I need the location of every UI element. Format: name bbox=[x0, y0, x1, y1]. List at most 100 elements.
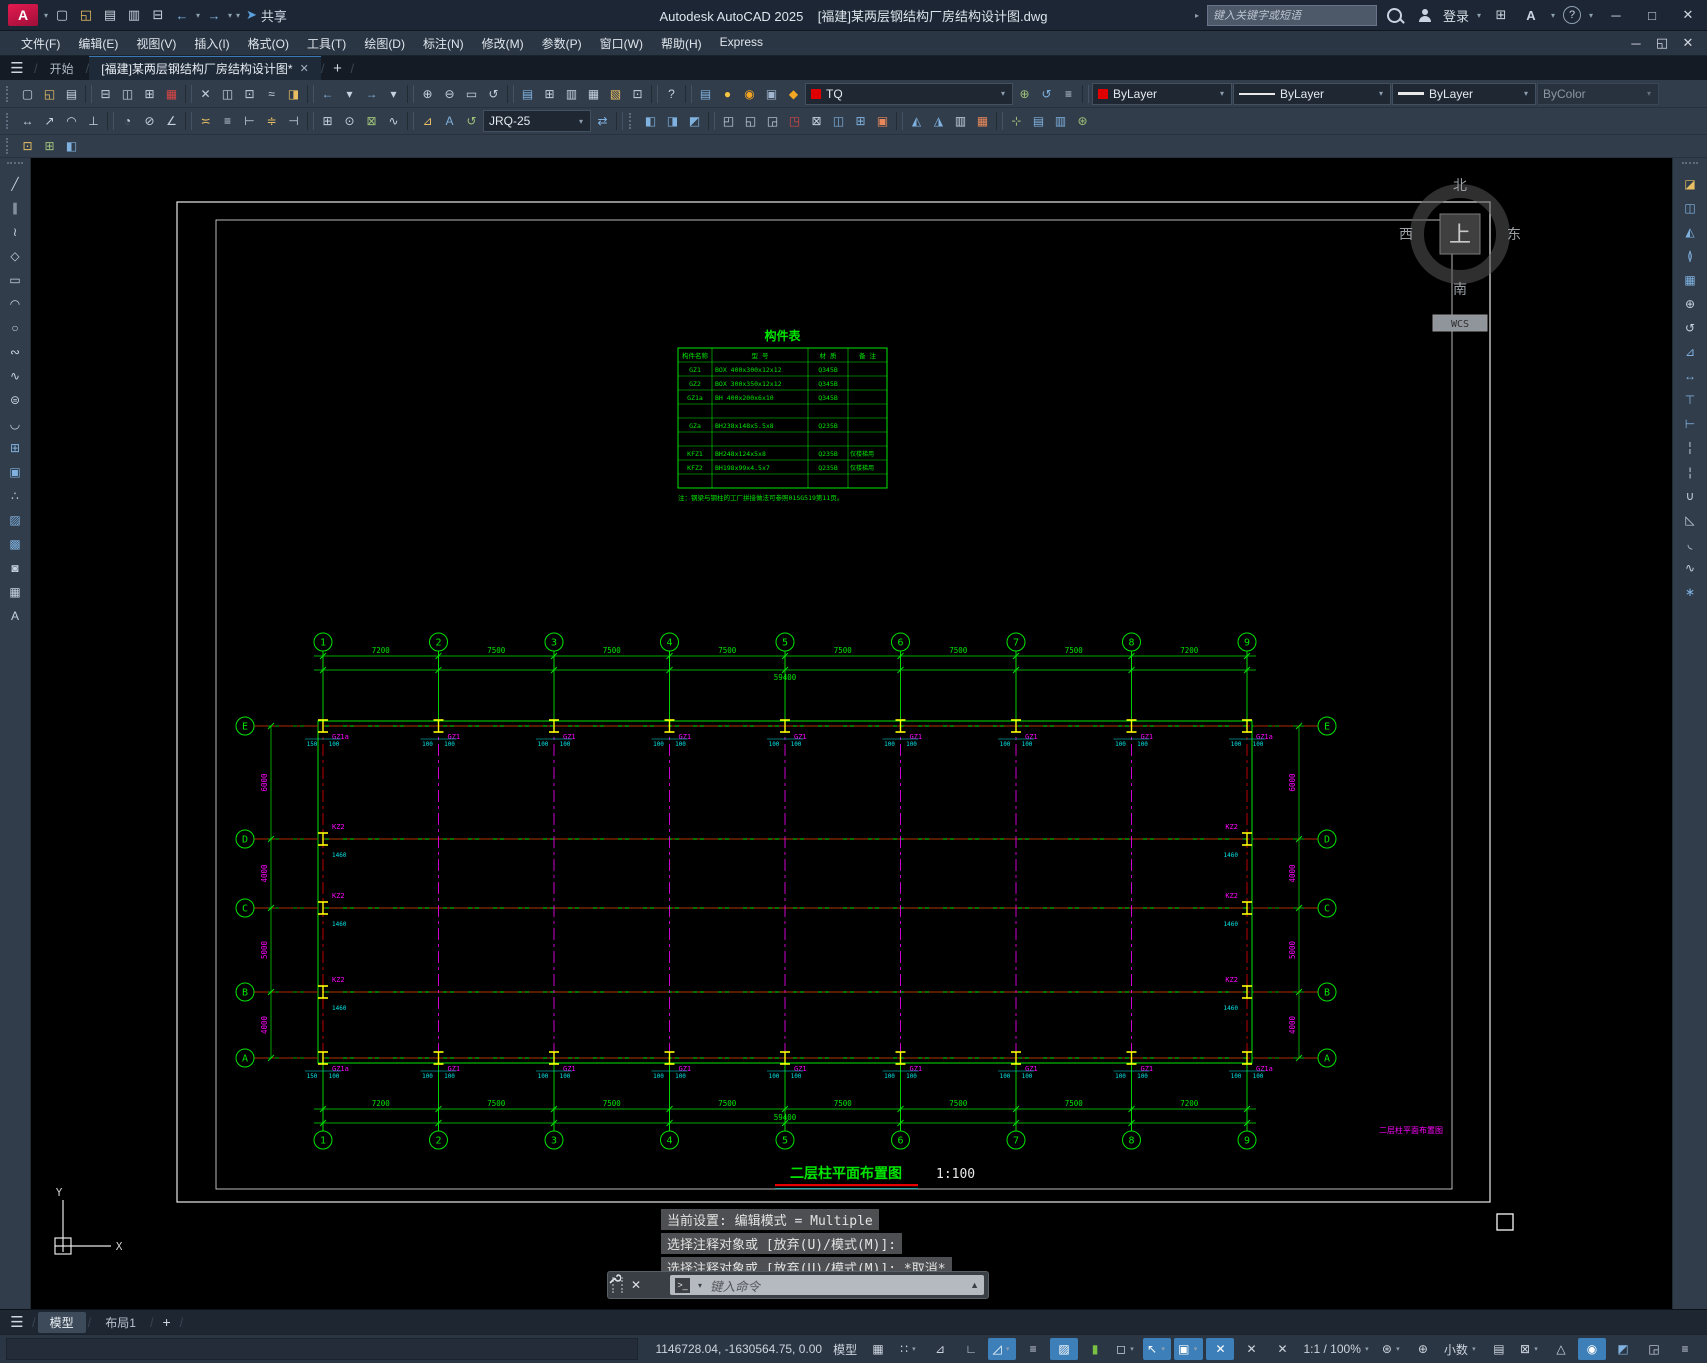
menu-5[interactable]: 格式(O) bbox=[239, 32, 298, 55]
break-at-point-icon[interactable]: ╎ bbox=[1680, 438, 1701, 458]
isolate-objects-icon[interactable]: △ bbox=[1547, 1338, 1575, 1360]
dim-style-select[interactable]: JRQ-25 ▾ bbox=[483, 110, 591, 132]
tab-layout1[interactable]: 布局1 bbox=[93, 1312, 148, 1333]
center-mark-icon[interactable]: ⊙ bbox=[339, 111, 360, 131]
align-block-icon[interactable]: ▣ bbox=[872, 111, 893, 131]
dim-break-icon[interactable]: ⊣ bbox=[283, 111, 304, 131]
rotate-tool-icon[interactable]: ↺ bbox=[1680, 318, 1701, 338]
spline-tool-icon[interactable]: ∿ bbox=[5, 366, 26, 386]
new-file-icon[interactable]: ▢ bbox=[17, 84, 38, 104]
mtext-tool-icon[interactable]: A bbox=[5, 606, 26, 626]
workspace-switching-icon[interactable]: ⊛ ▾ bbox=[1378, 1338, 1406, 1360]
markup-import-icon[interactable]: ▧ bbox=[605, 84, 626, 104]
point-tool-icon[interactable]: ∴ bbox=[5, 486, 26, 506]
group-icon[interactable]: ▦ bbox=[972, 111, 993, 131]
lineweight-display-icon[interactable]: ≡ bbox=[1019, 1338, 1047, 1360]
ucs-icon-btn[interactable]: ⊹ bbox=[1006, 111, 1027, 131]
lineweight-select[interactable]: ByLayer ▾ bbox=[1392, 82, 1536, 105]
graphics-performance-icon[interactable]: ◉ bbox=[1578, 1338, 1606, 1360]
dim-space-icon[interactable]: ≑ bbox=[261, 111, 282, 131]
annotation-visibility-icon[interactable]: ✕ bbox=[1206, 1338, 1235, 1360]
qat-redo-caret-icon[interactable]: ▾ bbox=[226, 11, 234, 20]
redo-icon[interactable]: → bbox=[361, 84, 382, 104]
command-caret-icon[interactable]: ▾ bbox=[696, 1281, 704, 1290]
render-icon[interactable]: ⊛ bbox=[1072, 111, 1093, 131]
tab-current-drawing[interactable]: [福建]某两层钢结构厂房结构设计图* ✕ bbox=[89, 56, 321, 80]
mirror-tool-icon[interactable]: ◭ bbox=[1680, 222, 1701, 242]
app-store-cart-icon[interactable]: ⊞ bbox=[1489, 4, 1513, 26]
save-file-icon[interactable]: ▤ bbox=[61, 84, 82, 104]
offset-tool-icon[interactable]: ≬ bbox=[1680, 246, 1701, 266]
grid-display-icon[interactable]: ▦ bbox=[864, 1338, 892, 1360]
doc-restore-button[interactable]: ◱ bbox=[1649, 33, 1675, 53]
app-caret-icon[interactable]: ▾ bbox=[1549, 11, 1557, 20]
search-icon[interactable] bbox=[1383, 4, 1407, 26]
rectangle-tool-icon[interactable]: ▭ bbox=[5, 270, 26, 290]
tab-start[interactable]: 开始 bbox=[38, 56, 86, 80]
array-tool-icon[interactable]: ▦ bbox=[1680, 270, 1701, 290]
draworder-back-icon[interactable]: ⊞ bbox=[39, 136, 60, 156]
angular-dim-icon[interactable]: ∠ bbox=[161, 111, 182, 131]
qat-new-icon[interactable]: ▢ bbox=[50, 4, 74, 26]
toolbar-grip[interactable] bbox=[6, 85, 13, 102]
dim-jogged-icon[interactable]: ∿ bbox=[383, 111, 404, 131]
qat-undo-caret-icon[interactable]: ▾ bbox=[194, 11, 202, 20]
toolbar-grip[interactable] bbox=[6, 113, 13, 129]
viewport-icon[interactable]: ▥ bbox=[1050, 111, 1071, 131]
menu-13[interactable]: Express bbox=[711, 32, 772, 55]
logo-caret-icon[interactable]: ▾ bbox=[42, 11, 50, 20]
batch-plot-icon[interactable]: ⊞ bbox=[139, 84, 160, 104]
fillet-tool-icon[interactable]: ◟ bbox=[1680, 534, 1701, 554]
toolbar-grip[interactable] bbox=[629, 113, 636, 129]
layer-unlock-icon[interactable]: ◆ bbox=[783, 84, 804, 104]
qat-customize-caret-icon[interactable]: ▾ bbox=[234, 11, 242, 20]
menu-12[interactable]: 帮助(H) bbox=[652, 32, 711, 55]
qat-undo-icon[interactable]: ← bbox=[170, 4, 194, 26]
linetype-select[interactable]: ByLayer ▾ bbox=[1233, 82, 1391, 105]
make-object-layer-current-icon[interactable]: ⊕ bbox=[1014, 84, 1035, 104]
toolbar-grip[interactable] bbox=[1682, 162, 1698, 170]
polygon-tool-icon[interactable]: ◇ bbox=[5, 246, 26, 266]
search-collapse-icon[interactable]: ▸ bbox=[1193, 11, 1201, 20]
menu-3[interactable]: 视图(V) bbox=[127, 32, 185, 55]
tool-palettes-icon[interactable]: ▥ bbox=[561, 84, 582, 104]
move-block-icon[interactable]: ◱ bbox=[740, 111, 761, 131]
diameter-dim-icon[interactable]: ⊘ bbox=[139, 111, 160, 131]
layer-select[interactable]: TQ ▾ bbox=[805, 82, 1013, 105]
baseline-dim-icon[interactable]: ≡ bbox=[217, 111, 238, 131]
array-block-icon[interactable]: ⊞ bbox=[850, 111, 871, 131]
layout-menu-icon[interactable]: ☰ bbox=[4, 1313, 30, 1331]
erase-tool-icon[interactable]: ◪ bbox=[1680, 174, 1701, 194]
quick-dim-icon[interactable]: ≍ bbox=[195, 111, 216, 131]
annotation-monitor-icon[interactable]: ⊕ bbox=[1409, 1338, 1437, 1360]
undo-icon[interactable]: ← bbox=[317, 84, 338, 104]
qat-save-icon[interactable]: ▤ bbox=[98, 4, 122, 26]
radius-dim-icon[interactable]: ◔ bbox=[117, 111, 138, 131]
selection-cycling-icon[interactable]: ▮ bbox=[1081, 1338, 1109, 1360]
object-snap-icon[interactable]: ▣ ▾ bbox=[1174, 1338, 1204, 1360]
aligned-dim-icon[interactable]: ↗ bbox=[39, 111, 60, 131]
command-expand-icon[interactable]: ▲ bbox=[970, 1280, 979, 1290]
wipeout-icon[interactable]: ◭ bbox=[906, 111, 927, 131]
help-caret-icon[interactable]: ▾ bbox=[1587, 11, 1595, 20]
ellipse-tool-icon[interactable]: ⊜ bbox=[5, 390, 26, 410]
menu-10[interactable]: 参数(P) bbox=[533, 32, 591, 55]
autosnap-tracking-icon[interactable]: ↖ ▾ bbox=[1143, 1338, 1172, 1360]
menu-6[interactable]: 工具(T) bbox=[298, 32, 355, 55]
layer-properties-icon[interactable]: ▤ bbox=[695, 84, 716, 104]
named-views-icon[interactable]: ▤ bbox=[1028, 111, 1049, 131]
toolbar-grip[interactable] bbox=[7, 162, 23, 170]
account-icon[interactable] bbox=[1413, 4, 1437, 26]
explode-tool-icon[interactable]: ∗ bbox=[1680, 582, 1701, 602]
erase-markup-icon[interactable]: ◨ bbox=[283, 84, 304, 104]
new-tab-button[interactable]: + bbox=[324, 56, 350, 80]
copy-tool-icon[interactable]: ◫ bbox=[1680, 198, 1701, 218]
customization-menu-icon[interactable]: ≡ bbox=[1671, 1338, 1699, 1360]
command-input[interactable]: >_ ▾ 键入命令 ▲ bbox=[670, 1275, 984, 1295]
match-properties-icon[interactable]: ≈ bbox=[261, 84, 282, 104]
infer-constraints-icon[interactable]: ⊿ bbox=[926, 1338, 954, 1360]
sheet-set-icon[interactable]: ▦ bbox=[583, 84, 604, 104]
fullscreen-icon[interactable]: ◲ bbox=[1640, 1338, 1668, 1360]
autocad-logo[interactable]: A bbox=[8, 4, 38, 26]
qat-plot-icon[interactable]: ⊟ bbox=[146, 4, 170, 26]
